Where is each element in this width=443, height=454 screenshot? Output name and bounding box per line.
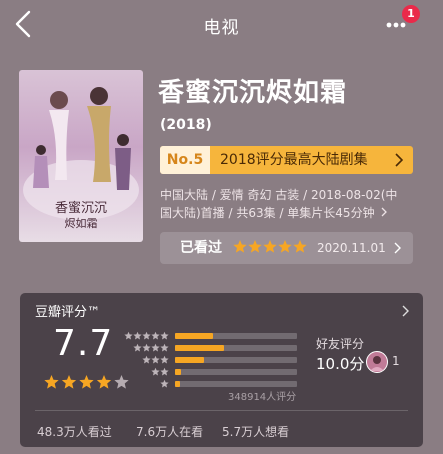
rank-number: No.5 (160, 146, 210, 174)
distribution-bar-fill (175, 381, 180, 387)
rating-title: 豆瓣评分™ (35, 305, 101, 320)
rating-distribution-row (123, 331, 323, 341)
friend-avatar[interactable] (366, 351, 388, 373)
distribution-bar-fill (175, 345, 224, 351)
star-icon (160, 331, 169, 340)
chevron-right-icon (402, 305, 409, 317)
star-icon (248, 240, 262, 253)
distribution-bar-track (175, 381, 297, 387)
svg-text:香蜜沉沉: 香蜜沉沉 (55, 201, 107, 216)
watching-count[interactable]: 7.6万人在看 (136, 423, 203, 440)
star-icon (160, 343, 169, 352)
distribution-stars (142, 355, 169, 364)
star-icon (142, 355, 151, 364)
star-icon (263, 240, 277, 253)
rank-text: 2018评分最高大陆剧集 (220, 152, 368, 168)
star-icon (160, 355, 169, 364)
distribution-stars (151, 367, 169, 376)
distribution-stars (133, 343, 169, 352)
distribution-bar-track (175, 345, 297, 351)
meta-info-line-1: 中国大陆 / 爱情 奇幻 古装 / 2018-08-02(中 (160, 188, 398, 202)
star-icon (79, 375, 94, 389)
star-icon (293, 240, 307, 253)
chevron-right-icon (394, 242, 401, 254)
distribution-stars (124, 331, 169, 340)
friends-rating-score: 10.0分 (316, 355, 365, 373)
svg-text:烬如霜: 烬如霜 (65, 216, 98, 230)
star-icon (160, 367, 169, 376)
star-icon (151, 355, 160, 364)
star-icon (151, 331, 160, 340)
watched-label: 已看过 (180, 240, 222, 256)
distribution-bar-track (175, 357, 297, 363)
ranking-banner[interactable]: No.5 2018评分最高大陆剧集 (160, 146, 413, 174)
star-icon (44, 375, 59, 389)
divider (35, 410, 408, 411)
friends-rating-label: 好友评分 (316, 337, 365, 351)
star-icon (151, 343, 160, 352)
notification-badge: 1 (402, 5, 420, 23)
star-icon (142, 343, 151, 352)
rating-distribution-row (123, 355, 323, 365)
distribution-bar-fill (175, 357, 205, 363)
want-count[interactable]: 5.7万人想看 (222, 423, 289, 440)
star-icon (142, 331, 151, 340)
distribution-bar-fill (175, 333, 213, 339)
user-rating-stars (233, 240, 307, 253)
rating-distribution-row (123, 367, 323, 377)
star-icon (124, 331, 133, 340)
star-icon (133, 343, 142, 352)
distribution-bar-track (175, 333, 297, 339)
poster-image[interactable]: 香蜜沉沉 烬如霜 (19, 70, 143, 242)
show-title: 香蜜沉沉烬如霜 (158, 78, 348, 108)
show-year: (2018) (160, 117, 212, 133)
star-icon (61, 375, 77, 389)
rating-count: 348914人评分 (228, 392, 297, 403)
star-icon (151, 367, 160, 376)
rating-score: 7.7 (53, 323, 114, 364)
star-icon (278, 240, 292, 253)
watched-count[interactable]: 48.3万人看过 (37, 423, 112, 440)
star-icon (96, 375, 112, 389)
chevron-right-icon (395, 153, 403, 167)
distribution-bar-track (175, 369, 297, 375)
page-title: 电视 (203, 18, 240, 38)
star-icon (160, 379, 169, 388)
star-icon (133, 331, 142, 340)
watched-date: 2020.11.01 (317, 241, 386, 255)
meta-info-line-2[interactable]: 国大陆)首播 / 共63集 / 单集片长45分钟 (160, 204, 388, 221)
rating-distribution-row (123, 343, 323, 353)
star-icon (233, 240, 247, 253)
watched-status-bar[interactable]: 已看过 2020.11.01 (160, 232, 413, 264)
distribution-bar-fill (175, 369, 182, 375)
douban-rating-card[interactable]: 豆瓣评分™ 7.7 348914人评分 好友评分 10.0分 1 48.3万人看… (20, 293, 423, 447)
chevron-right-icon (381, 207, 388, 217)
distribution-stars (160, 379, 169, 388)
rating-stars (44, 375, 129, 389)
friend-count: 1 (392, 354, 400, 368)
